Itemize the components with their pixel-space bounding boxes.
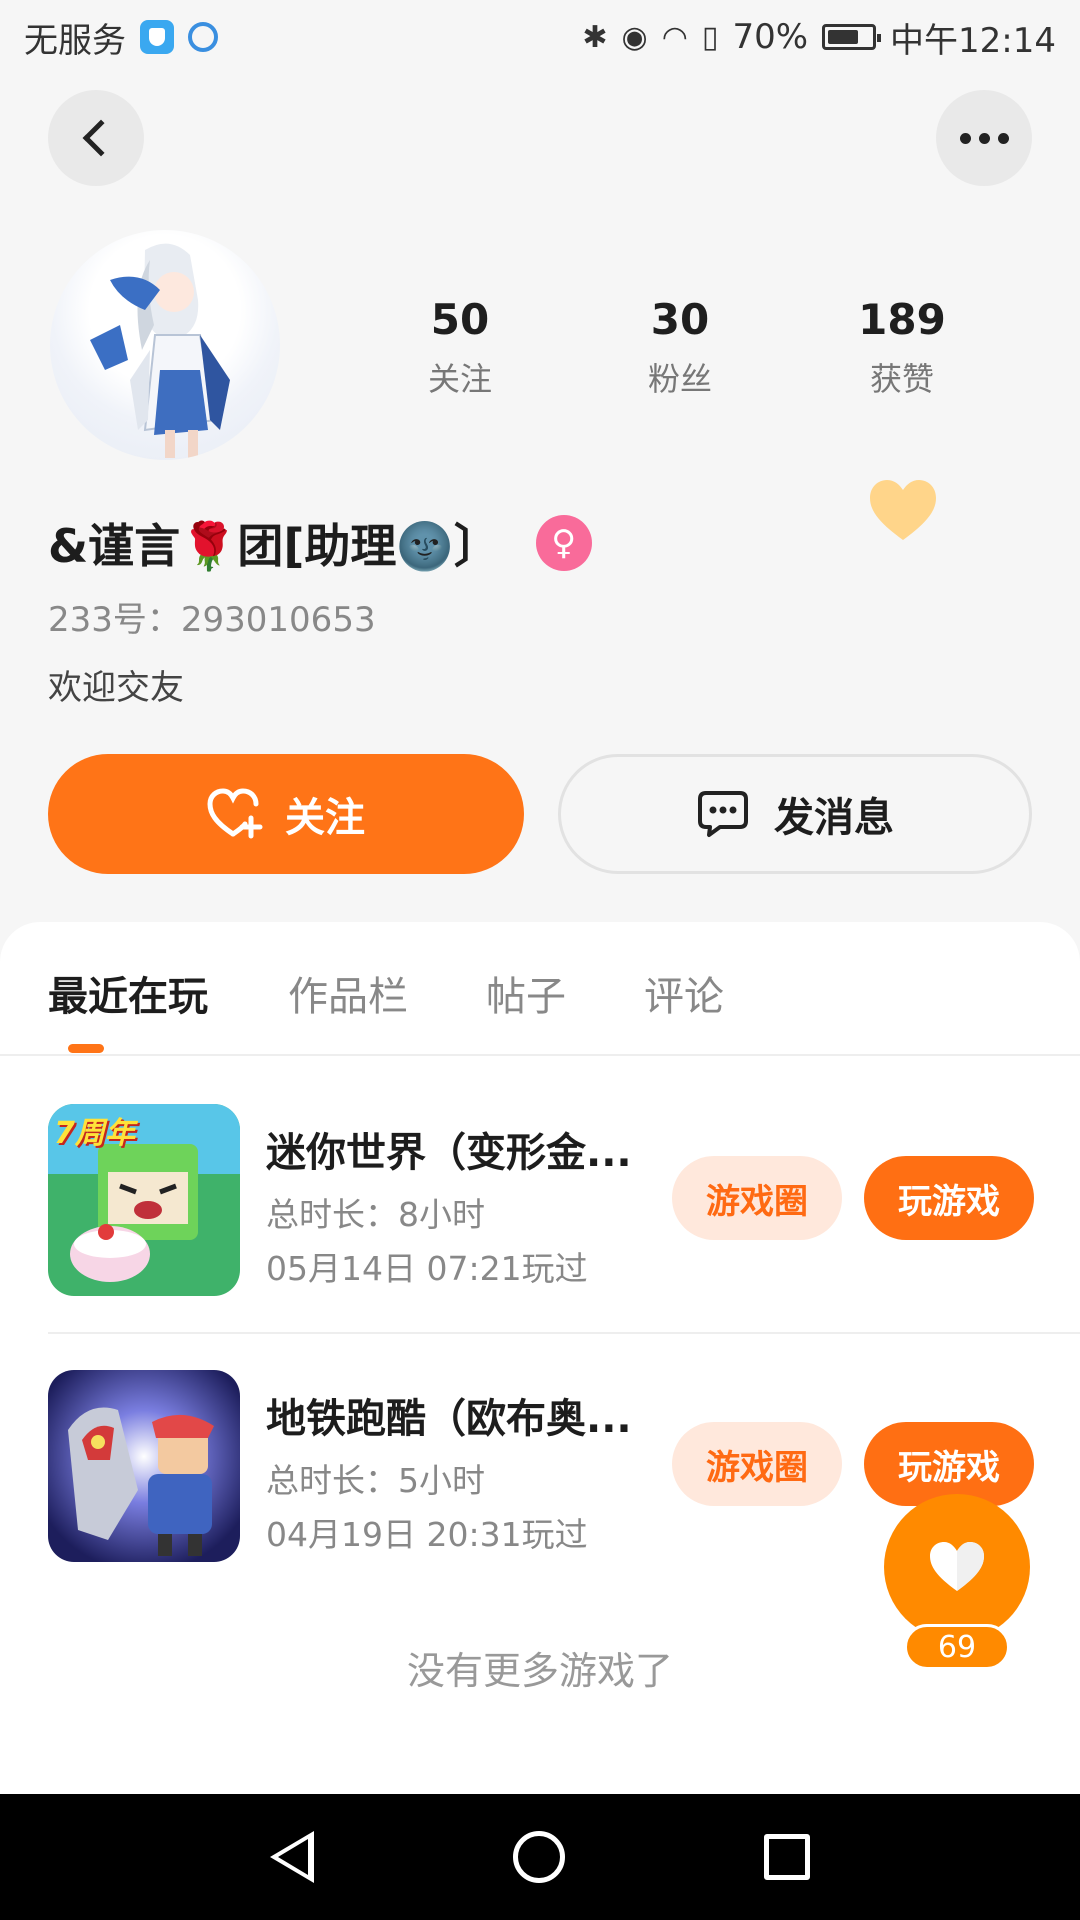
battery-icon bbox=[822, 24, 882, 50]
shield-icon bbox=[140, 20, 174, 54]
user-bio: 欢迎交友 bbox=[48, 668, 184, 708]
tab-indicator bbox=[68, 1044, 104, 1053]
back-button[interactable] bbox=[48, 90, 144, 186]
follow-button[interactable]: 关注 bbox=[48, 754, 524, 874]
nav-recent-apps-icon[interactable] bbox=[764, 1834, 811, 1880]
game-circle-button[interactable]: 游戏圈 bbox=[672, 1422, 842, 1506]
game-duration: 总时长：8小时 bbox=[266, 1195, 485, 1234]
system-nav-bar bbox=[0, 1794, 1080, 1920]
stat-following-value: 50 bbox=[430, 295, 490, 344]
tab-recent[interactable]: 最近在玩 bbox=[48, 964, 208, 1022]
follow-button-label: 关注 bbox=[285, 795, 365, 841]
row-divider bbox=[48, 1332, 1080, 1334]
wifi-icon: ◠ bbox=[661, 19, 688, 55]
stat-fans[interactable]: 30 粉丝 bbox=[580, 292, 780, 400]
avatar[interactable] bbox=[50, 230, 280, 460]
like-count-badge: 69 bbox=[904, 1624, 1010, 1670]
carrier-text: 无服务 bbox=[24, 20, 126, 61]
heart-icon bbox=[930, 1542, 984, 1591]
more-button[interactable] bbox=[936, 90, 1032, 186]
user-id: 233号：293010653 bbox=[48, 600, 376, 640]
chevron-left-icon bbox=[82, 119, 120, 157]
avatar-illustration bbox=[90, 243, 230, 458]
status-left: 无服务 bbox=[24, 13, 218, 62]
battery-percent: 70% bbox=[732, 17, 809, 57]
heart-add-icon bbox=[207, 788, 263, 839]
game-title: 迷你世界（变形金... bbox=[266, 1130, 632, 1176]
stat-likes-value: 189 bbox=[858, 295, 946, 344]
floating-like-button[interactable] bbox=[884, 1494, 1030, 1640]
game-icon-badge: 7周年 bbox=[54, 1116, 135, 1151]
clock: 中午12:14 bbox=[890, 20, 1056, 61]
tab-posts[interactable]: 帖子 bbox=[486, 964, 566, 1022]
game-last-played: 05月14日 07:21玩过 bbox=[266, 1249, 588, 1288]
stat-likes-label: 获赞 bbox=[869, 360, 934, 398]
nav-home-icon[interactable] bbox=[512, 1831, 565, 1883]
game-icon-mini-world[interactable]: 7周年 bbox=[48, 1104, 240, 1296]
user-name: &谨言🌹团[助理🌚〕 bbox=[48, 519, 500, 573]
tab-comments[interactable]: 评论 bbox=[644, 964, 724, 1022]
game-row[interactable]: 7周年 迷你世界（变形金... 总时长：8小时 05月14日 07:21玩过 游… bbox=[48, 1104, 1080, 1304]
eye-icon: ◉ bbox=[621, 19, 648, 55]
game-icon-subway-surfers[interactable] bbox=[48, 1370, 240, 1562]
status-bar: 无服务 ✱ ◉ ◠ ▯ 70% 中午12:14 bbox=[0, 0, 1080, 74]
stat-following-label: 关注 bbox=[427, 360, 492, 398]
stat-fans-label: 粉丝 bbox=[647, 360, 712, 398]
status-right: ✱ ◉ ◠ ▯ 70% 中午12:14 bbox=[582, 13, 1056, 62]
stat-following[interactable]: 50 关注 bbox=[360, 292, 560, 400]
game-circle-button[interactable]: 游戏圈 bbox=[672, 1156, 842, 1240]
game-last-played: 04月19日 20:31玩过 bbox=[266, 1515, 588, 1554]
browser-icon bbox=[188, 22, 218, 52]
name-row: &谨言🌹团[助理🌚〕 ♀ bbox=[48, 510, 592, 576]
bluetooth-icon: ✱ bbox=[582, 19, 608, 55]
nav-back-icon[interactable] bbox=[269, 1831, 314, 1883]
heart-icon[interactable] bbox=[868, 478, 938, 544]
chat-icon bbox=[698, 791, 748, 837]
alert-icon: ▯ bbox=[701, 19, 719, 55]
play-game-button[interactable]: 玩游戏 bbox=[864, 1156, 1034, 1240]
game-duration: 总时长：5小时 bbox=[266, 1461, 485, 1500]
message-button[interactable]: 发消息 bbox=[558, 754, 1032, 874]
message-button-label: 发消息 bbox=[774, 795, 894, 841]
tabs-divider bbox=[0, 1054, 1080, 1056]
tab-works[interactable]: 作品栏 bbox=[288, 964, 408, 1022]
game-title: 地铁跑酷（欧布奥... bbox=[266, 1396, 632, 1442]
stat-fans-value: 30 bbox=[650, 295, 710, 344]
gender-female-icon: ♀ bbox=[535, 515, 592, 571]
stat-likes[interactable]: 189 获赞 bbox=[802, 292, 1002, 400]
profile-stats: 50 关注 30 粉丝 189 获赞 bbox=[360, 292, 980, 402]
more-icon bbox=[959, 132, 1009, 144]
